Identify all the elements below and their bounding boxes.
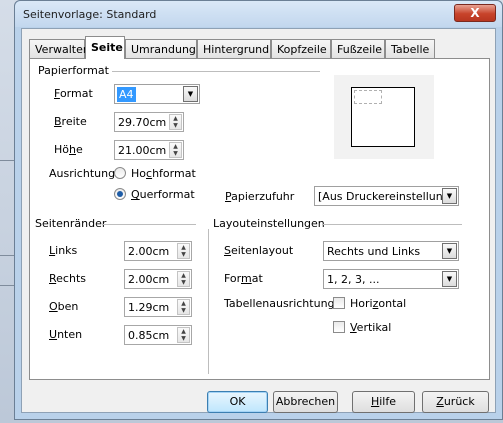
margin-right-spinner[interactable]: 2.00cm ▲ ▼ <box>124 269 192 289</box>
numbering-format-value: 1, 2, 3, ... <box>327 273 380 286</box>
spin-down-icon[interactable]: ▼ <box>178 335 189 342</box>
preview-header-area <box>354 90 382 104</box>
page-layout-dropdown[interactable]: Rechts und Links ▼ <box>323 241 459 261</box>
margin-left-value: 2.00cm <box>128 245 170 258</box>
margin-top-spinner[interactable]: 1.29cm ▲ ▼ <box>124 297 192 317</box>
back-button[interactable]: Zurück <box>422 391 489 413</box>
margin-right-value: 2.00cm <box>128 273 170 286</box>
tab-hintergrund[interactable]: Hintergrund <box>197 39 271 58</box>
spin-up-icon[interactable]: ▲ <box>170 115 181 122</box>
help-button[interactable]: Hilfe <box>352 391 415 413</box>
margin-top-label: Oben <box>49 300 79 313</box>
orientation-label: Ausrichtung <box>49 167 116 180</box>
section-divider <box>102 224 196 225</box>
margin-bottom-value: 0.85cm <box>128 329 170 342</box>
paper-format-heading: Papierformat <box>38 64 109 77</box>
margin-left-spinner[interactable]: 2.00cm ▲ ▼ <box>124 241 192 261</box>
chevron-down-icon[interactable]: ▼ <box>442 188 457 204</box>
horizontal-checkbox[interactable] <box>333 297 345 309</box>
spin-up-icon[interactable]: ▲ <box>178 244 189 251</box>
numbering-format-dropdown[interactable]: 1, 2, 3, ... ▼ <box>323 269 459 289</box>
width-spinner[interactable]: 29.70cm ▲ ▼ <box>114 112 184 132</box>
close-button[interactable]: X <box>454 4 496 22</box>
vertical-checkbox[interactable] <box>333 321 345 333</box>
spin-buttons[interactable]: ▲ ▼ <box>177 299 190 315</box>
dialog-body: Verwalten Seite Umrandung Hintergrund Ko… <box>21 28 496 413</box>
height-spinner[interactable]: 21.00cm ▲ ▼ <box>114 140 184 160</box>
preview-page <box>351 87 415 147</box>
spin-down-icon[interactable]: ▼ <box>178 279 189 286</box>
paper-format-value: A4 <box>117 87 136 102</box>
chevron-down-icon[interactable]: ▼ <box>183 86 198 102</box>
portrait-label[interactable]: Hochformat <box>131 167 196 180</box>
tab-umrandung[interactable]: Umrandung <box>125 39 197 58</box>
paper-tray-label: Papierzufuhr <box>225 190 295 203</box>
page-layout-label: Seitenlayout <box>224 244 294 257</box>
width-value: 29.70cm <box>118 116 167 129</box>
tab-verwalten[interactable]: Verwalten <box>29 39 90 58</box>
page-preview <box>334 75 434 159</box>
table-alignment-label: Tabellenausrichtung <box>224 297 335 310</box>
format-label: Format <box>54 87 93 100</box>
margin-left-label: Links <box>49 244 78 257</box>
spin-buttons[interactable]: ▲ ▼ <box>169 142 182 158</box>
numbering-format-label: Format <box>224 272 263 285</box>
ok-button[interactable]: OK <box>207 391 268 413</box>
page-layout-value: Rechts und Links <box>327 245 421 258</box>
margins-heading: Seitenränder <box>35 217 107 230</box>
margin-bottom-spinner[interactable]: 0.85cm ▲ ▼ <box>124 325 192 345</box>
paper-format-dropdown[interactable]: A4 ▼ <box>114 84 200 104</box>
width-label: Breite <box>54 115 87 128</box>
chevron-down-icon[interactable]: ▼ <box>442 271 457 287</box>
spin-down-icon[interactable]: ▼ <box>170 122 181 129</box>
height-label: Höhe <box>54 143 83 156</box>
horizontal-label[interactable]: Horizontal <box>350 297 406 310</box>
spin-buttons[interactable]: ▲ ▼ <box>177 243 190 259</box>
dialog-title: Seitenvorlage: Standard <box>23 8 157 21</box>
section-divider <box>112 71 320 72</box>
layout-settings-heading: Layouteinstellungen <box>213 217 325 230</box>
spin-down-icon[interactable]: ▼ <box>170 150 181 157</box>
tab-seite[interactable]: Seite <box>85 36 125 59</box>
landscape-label[interactable]: Querformat <box>131 188 195 201</box>
spin-down-icon[interactable]: ▼ <box>178 307 189 314</box>
vertical-label[interactable]: Vertikal <box>350 321 391 334</box>
margin-bottom-label: Unten <box>49 328 83 341</box>
paper-tray-value: [Aus Druckereinstellung] <box>318 190 454 203</box>
margin-right-label: Rechts <box>49 272 86 285</box>
paper-tray-dropdown[interactable]: [Aus Druckereinstellung] ▼ <box>314 186 459 206</box>
tab-fusszeile[interactable]: Fußzeile <box>331 39 385 58</box>
spin-up-icon[interactable]: ▲ <box>178 328 189 335</box>
landscape-radio[interactable] <box>114 188 126 200</box>
spin-up-icon[interactable]: ▲ <box>178 272 189 279</box>
spin-up-icon[interactable]: ▲ <box>178 300 189 307</box>
margin-top-value: 1.29cm <box>128 301 170 314</box>
cancel-button[interactable]: Abbrechen <box>273 391 338 413</box>
spin-buttons[interactable]: ▲ ▼ <box>177 271 190 287</box>
column-divider <box>208 229 209 374</box>
page-style-dialog: Seitenvorlage: Standard X Verwalten Seit… <box>14 0 503 420</box>
tab-tabelle[interactable]: Tabelle <box>385 39 435 58</box>
tab-kopfzeile[interactable]: Kopfzeile <box>271 39 331 58</box>
title-bar[interactable]: Seitenvorlage: Standard X <box>15 1 502 27</box>
section-divider <box>322 224 462 225</box>
spin-buttons[interactable]: ▲ ▼ <box>169 114 182 130</box>
chevron-down-icon[interactable]: ▼ <box>442 243 457 259</box>
spin-down-icon[interactable]: ▼ <box>178 251 189 258</box>
spin-up-icon[interactable]: ▲ <box>170 143 181 150</box>
portrait-radio[interactable] <box>114 167 126 179</box>
spin-buttons[interactable]: ▲ ▼ <box>177 327 190 343</box>
tab-panel-seite: Papierformat Format A4 ▼ Breite 29.70cm … <box>29 58 490 380</box>
height-value: 21.00cm <box>118 144 167 157</box>
